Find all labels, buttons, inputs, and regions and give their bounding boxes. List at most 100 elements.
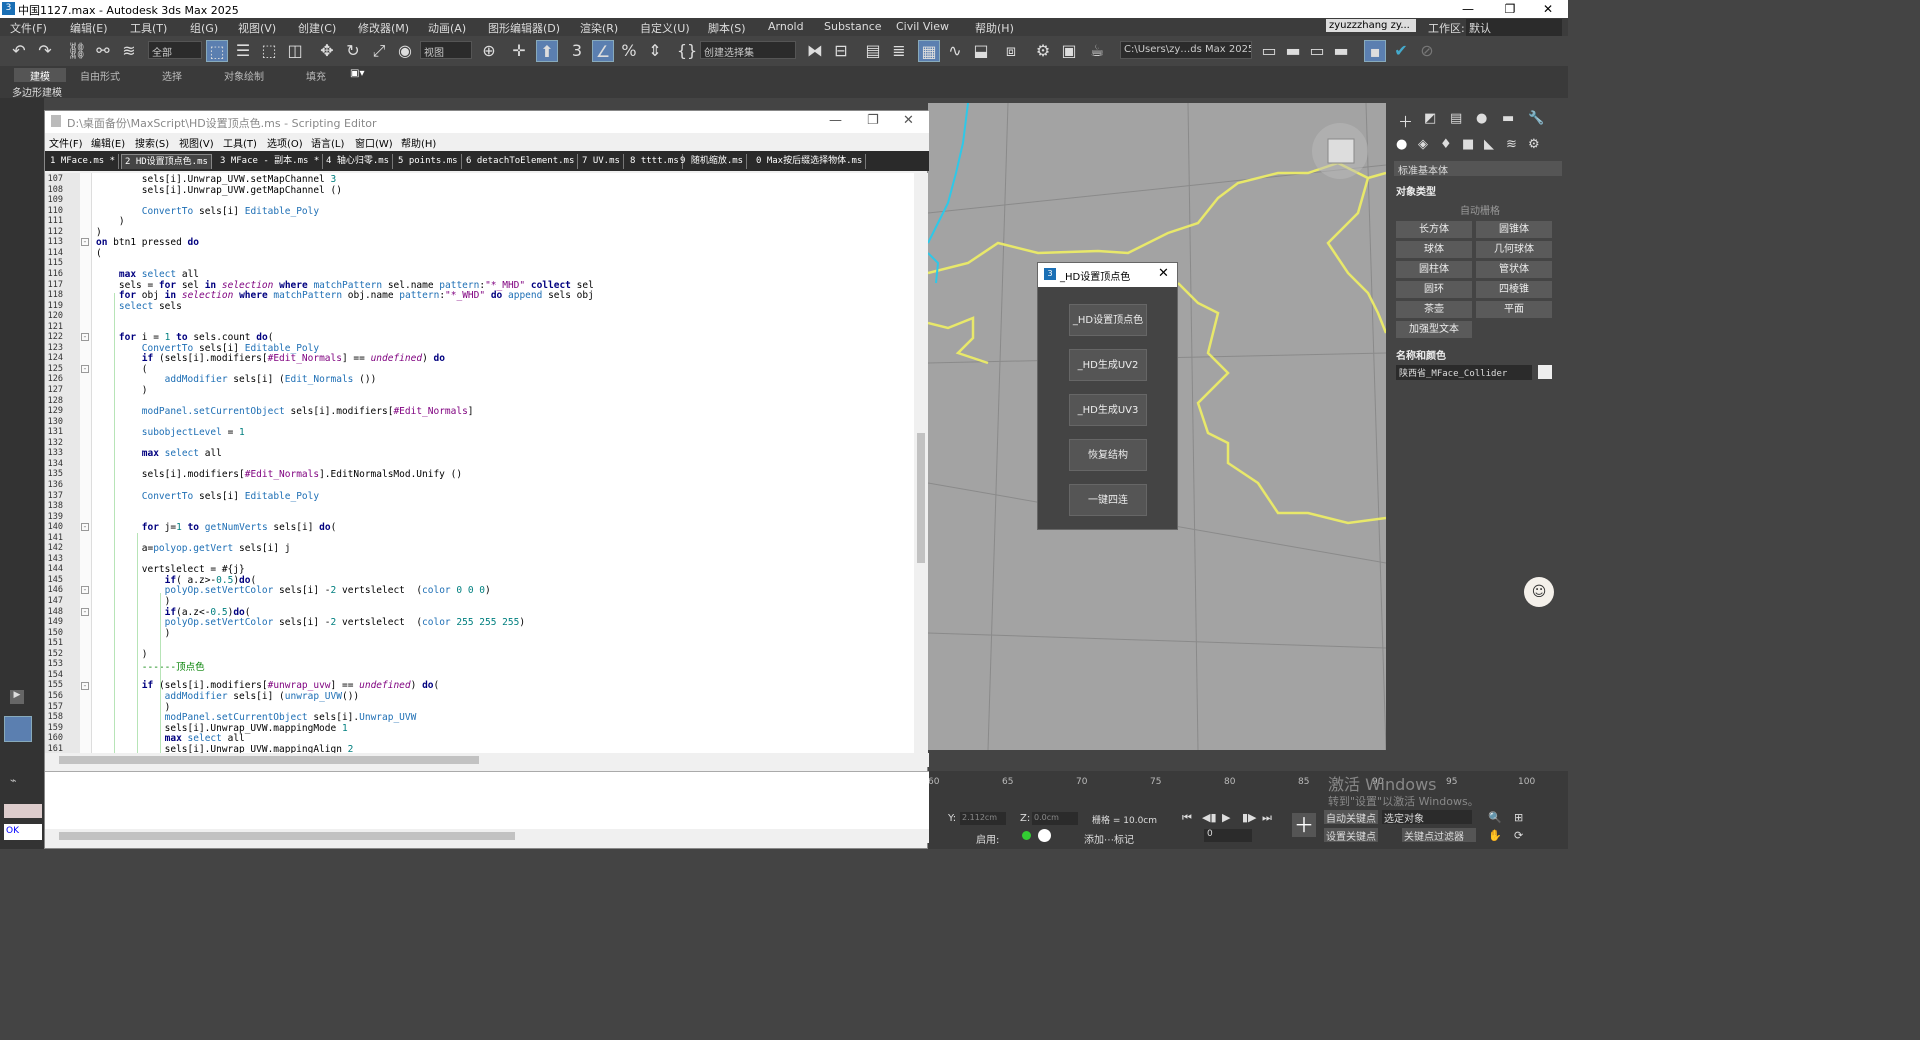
current-frame-field[interactable]: 0 <box>1204 829 1252 842</box>
spacewarps-icon[interactable]: ≋ <box>1506 137 1517 152</box>
assistant-avatar[interactable]: ☺ <box>1524 577 1554 607</box>
unlink-icon[interactable]: ⚯ <box>92 40 114 62</box>
key-mode-dropdown[interactable]: 选定对象 <box>1382 810 1472 825</box>
material-editor-icon[interactable]: ⧈ <box>1000 40 1022 62</box>
rendered-frame-window-icon[interactable]: ▣ <box>1058 40 1080 62</box>
hd-generate-uv2-button[interactable]: _HD生成UV2 <box>1069 349 1147 381</box>
select-by-name-icon[interactable]: ☰ <box>232 40 254 62</box>
angle-snap-icon[interactable]: ∠ <box>592 40 614 62</box>
goto-start-icon[interactable]: ⏮ <box>1182 811 1192 825</box>
bind-space-warp-icon[interactable]: ≋ <box>118 40 140 62</box>
align-icon[interactable]: ⊟ <box>830 40 852 62</box>
viewcube[interactable] <box>1327 138 1355 164</box>
code-line[interactable]: for j=1 to getNumVerts sels[i] do( <box>96 522 337 533</box>
helpers-icon[interactable]: ◣ <box>1484 137 1494 152</box>
fold-toggle-icon[interactable]: - <box>81 523 89 531</box>
editor-menu-search[interactable]: 搜索(S) <box>135 135 169 150</box>
render-production-icon[interactable]: ☕ <box>1086 40 1108 62</box>
toggle-icon[interactable] <box>1038 829 1051 842</box>
object-type-rollout[interactable]: 对象类型 <box>1396 183 1436 198</box>
tab-points[interactable]: 5 points.ms <box>395 154 462 169</box>
percent-snap-icon[interactable]: % <box>618 40 640 62</box>
toggle-ribbon-icon[interactable]: ▦ <box>918 40 940 62</box>
asset-tracking-icon[interactable]: ▬ <box>1330 40 1352 62</box>
select-manipulate-icon[interactable]: ✛ <box>508 40 530 62</box>
code-editor[interactable]: sels[i].Unwrap_UVW.setMapChannel 3 sels[… <box>92 173 914 753</box>
select-object-icon[interactable]: ⬚ <box>206 40 228 62</box>
z-coordinate-field[interactable]: 0.0cm <box>1032 812 1078 825</box>
next-frame-icon[interactable]: ▮▶ <box>1242 811 1257 824</box>
tab-mface[interactable]: 1 MFace.ms * <box>47 154 120 169</box>
code-line[interactable]: ------顶点色 <box>96 659 205 673</box>
fold-toggle-icon[interactable]: - <box>81 586 89 594</box>
object-color-swatch[interactable] <box>1538 365 1552 379</box>
hd-generate-uv3-button[interactable]: _HD生成UV3 <box>1069 394 1147 426</box>
fold-margin[interactable]: - - - - - - - <box>80 173 92 753</box>
menu-arnold[interactable]: Arnold <box>768 20 804 33</box>
dialog-close-button[interactable]: ✕ <box>1158 266 1169 281</box>
code-line[interactable]: modPanel.setCurrentObject sels[i].Unwrap… <box>96 712 417 723</box>
code-line[interactable]: a=polyop.getVert sels[i] j <box>96 543 291 554</box>
code-line[interactable]: select sels <box>96 301 182 312</box>
ribbon-tab-selection[interactable]: 选择 <box>162 68 182 83</box>
play-animation-icon[interactable]: ▶ <box>1222 811 1230 824</box>
snaps-toggle-icon[interactable]: 3 <box>566 40 588 62</box>
code-line[interactable]: on btn1 pressed do <box>96 237 199 248</box>
geometry-icon[interactable]: ● <box>1396 137 1407 152</box>
scene-explorer-icon[interactable]: ▤ <box>862 40 884 62</box>
editor-maximize-button[interactable]: ❐ <box>867 113 879 128</box>
editor-menu-file[interactable]: 文件(F) <box>49 135 83 150</box>
placement-icon[interactable]: ◉ <box>394 40 416 62</box>
render-setup-icon[interactable]: ⚙ <box>1032 40 1054 62</box>
code-line[interactable]: ConvertTo sels[i] Editable_Poly <box>96 491 319 502</box>
cameras-icon[interactable]: ■ <box>1462 137 1474 152</box>
project-folder-icon[interactable]: ▭ <box>1258 40 1280 62</box>
spinner-snap-icon[interactable]: ⇕ <box>644 40 666 62</box>
autogrid-checkbox[interactable]: 自动栅格 <box>1460 202 1500 217</box>
lights-icon[interactable]: ♦ <box>1440 137 1452 152</box>
ribbon-tab-modeling[interactable]: 建模 <box>14 68 66 83</box>
scrollbar-thumb[interactable] <box>917 433 925 563</box>
zoom-icon[interactable]: 🔍 <box>1488 811 1502 824</box>
editor-menu-language[interactable]: 语言(L) <box>311 135 344 150</box>
pyramid-button[interactable]: 四棱锥 <box>1476 281 1552 298</box>
reference-coordinate-dropdown[interactable]: 视图 <box>420 41 472 59</box>
fold-toggle-icon[interactable]: - <box>81 333 89 341</box>
code-line[interactable]: modPanel.setCurrentObject sels[i].modifi… <box>96 406 474 417</box>
tab-uv[interactable]: 7 UV.ms <box>579 154 624 169</box>
curve-editor-icon[interactable]: ∿ <box>944 40 966 62</box>
code-line[interactable]: ConvertTo sels[i] Editable_Poly <box>96 206 319 217</box>
maximize-button[interactable]: ❐ <box>1490 0 1530 18</box>
menu-customize[interactable]: 自定义(U) <box>640 20 690 36</box>
teapot-button[interactable]: 茶壶 <box>1396 301 1472 318</box>
menu-modifiers[interactable]: 修改器(M) <box>358 20 409 36</box>
close-button[interactable]: ✕ <box>1528 0 1568 18</box>
track-view-icon[interactable]: ⌁ <box>10 774 17 787</box>
geosphere-button[interactable]: 几何球体 <box>1476 241 1552 258</box>
redo-icon[interactable]: ↷ <box>34 40 56 62</box>
set-key-button[interactable]: 设置关键点 <box>1324 828 1378 843</box>
plane-button[interactable]: 平面 <box>1476 301 1552 318</box>
code-vertical-scrollbar[interactable] <box>914 173 928 753</box>
ribbon-polygon-modeling[interactable]: 多边形建模 <box>12 84 62 99</box>
browse-icon[interactable]: ▭ <box>1306 40 1328 62</box>
editor-minimize-button[interactable]: — <box>829 113 842 128</box>
code-line[interactable]: ( <box>96 248 102 259</box>
viewport-layout-icon[interactable] <box>4 716 32 742</box>
code-line[interactable]: sels[i].modifiers[#Edit_Normals].EditNor… <box>96 469 462 480</box>
code-line[interactable]: sels[i].Unwrap_UVW.setMapChannel 3 <box>96 174 336 185</box>
code-line[interactable]: addModifier sels[i] (unwrap_UVW()) <box>96 691 360 702</box>
systems-icon[interactable]: ⚙ <box>1528 137 1540 152</box>
fold-toggle-icon[interactable]: - <box>81 365 89 373</box>
menu-rendering[interactable]: 渲染(R) <box>580 20 618 36</box>
code-line[interactable]: subobjectLevel = 1 <box>96 427 245 438</box>
move-icon[interactable]: ✥ <box>316 40 338 62</box>
orbit-icon[interactable]: ⟳ <box>1514 829 1523 842</box>
sync-check-icon[interactable]: ✔ <box>1390 40 1412 62</box>
create-tab-icon[interactable]: ＋ <box>1398 111 1413 132</box>
code-horizontal-scrollbar[interactable] <box>45 753 929 767</box>
link-icon[interactable]: ⛓ <box>66 40 88 62</box>
user-account[interactable]: zyuzzzhang zy... <box>1326 19 1416 32</box>
category-dropdown[interactable]: 标准基本体 <box>1394 161 1562 177</box>
selection-filter-dropdown[interactable]: 全部 <box>148 41 202 59</box>
